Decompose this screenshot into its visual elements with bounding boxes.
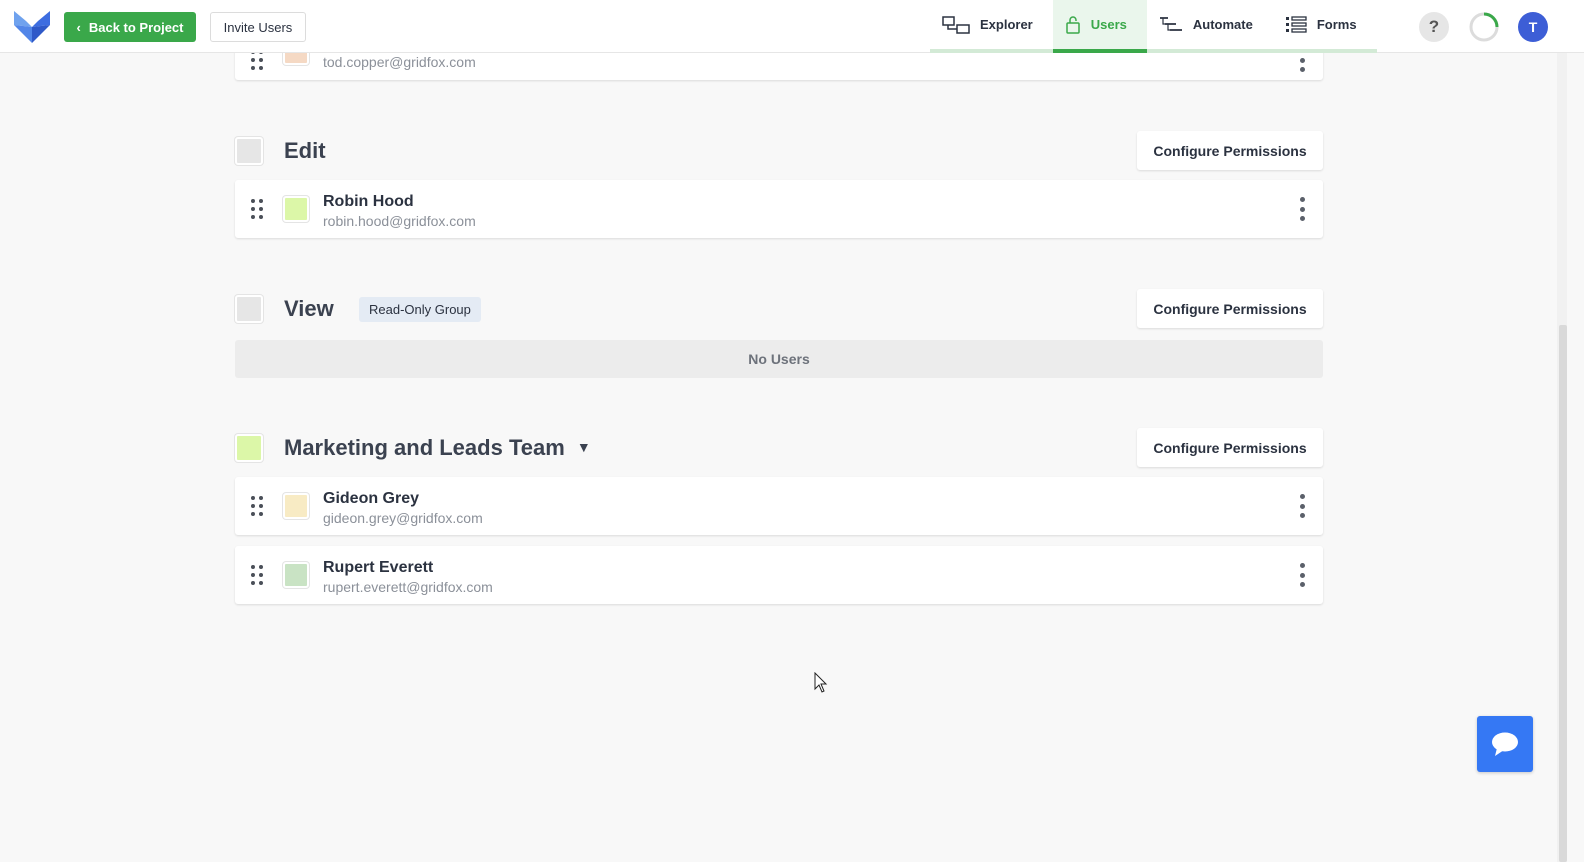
user-email: tod.copper@gridfox.com	[323, 54, 476, 70]
drag-handle-icon[interactable]	[251, 199, 263, 219]
group-title-label: Marketing and Leads Team	[284, 435, 565, 460]
lock-icon	[1066, 15, 1080, 34]
group-title: Edit	[284, 138, 326, 163]
explorer-icon	[942, 15, 970, 34]
drag-handle-icon[interactable]	[251, 565, 263, 585]
automate-icon	[1159, 16, 1182, 31]
top-navigation-bar: ‹ Back to Project Invite Users Explorer …	[0, 0, 1584, 53]
caret-down-icon[interactable]: ▼	[577, 439, 591, 455]
group-title[interactable]: Marketing and Leads Team ▼	[284, 435, 591, 461]
back-to-project-button[interactable]: ‹ Back to Project	[64, 12, 196, 42]
user-email: gideon.grey@gridfox.com	[323, 510, 483, 526]
gridfox-logo[interactable]	[14, 9, 50, 45]
user-avatar[interactable]: T	[1518, 12, 1548, 42]
tab-forms[interactable]: Forms	[1272, 0, 1377, 53]
user-email: rupert.everett@gridfox.com	[323, 579, 493, 595]
group-select-checkbox[interactable]	[235, 295, 263, 323]
more-options-icon[interactable]	[1295, 561, 1309, 589]
group-title: View	[284, 296, 334, 321]
user-row: Gideon Grey gideon.grey@gridfox.com	[235, 477, 1323, 535]
forms-icon	[1285, 15, 1307, 33]
user-color-swatch	[283, 493, 309, 519]
user-color-swatch	[283, 196, 309, 222]
drag-handle-icon[interactable]	[251, 50, 263, 70]
invite-users-button[interactable]: Invite Users	[210, 12, 306, 42]
no-users-placeholder: No Users	[235, 340, 1323, 378]
user-row: Robin Hood robin.hood@gridfox.com	[235, 180, 1323, 238]
loading-spinner-icon	[1469, 12, 1499, 42]
user-email: robin.hood@gridfox.com	[323, 213, 476, 229]
group-select-checkbox[interactable]	[235, 434, 263, 462]
back-to-project-label: Back to Project	[88, 19, 184, 35]
more-options-icon[interactable]	[1295, 195, 1309, 223]
configure-permissions-button[interactable]: Configure Permissions	[1137, 289, 1323, 328]
chevron-left-icon: ‹	[76, 19, 81, 35]
tab-forms-label: Forms	[1316, 17, 1357, 32]
mouse-pointer-icon	[814, 672, 828, 693]
user-row: Rupert Everett rupert.everett@gridfox.co…	[235, 546, 1323, 604]
tab-explorer-label: Explorer	[980, 17, 1033, 32]
chat-bubble-icon	[1492, 732, 1518, 756]
drag-handle-icon[interactable]	[251, 496, 263, 516]
more-options-icon[interactable]	[1295, 492, 1309, 520]
user-color-swatch	[283, 562, 309, 588]
tab-users[interactable]: Users	[1052, 0, 1147, 53]
tab-explorer[interactable]: Explorer	[930, 0, 1053, 53]
user-name: Gideon Grey	[323, 490, 420, 507]
tab-users-label: Users	[1090, 17, 1127, 32]
configure-permissions-button[interactable]: Configure Permissions	[1137, 131, 1323, 170]
scrollbar-thumb[interactable]	[1559, 325, 1567, 862]
tab-automate-label: Automate	[1192, 17, 1253, 32]
main-tabs: Explorer Users Automate Forms	[930, 0, 1377, 53]
group-select-checkbox[interactable]	[235, 137, 263, 165]
user-name: Rupert Everett	[323, 559, 434, 576]
chat-button[interactable]	[1477, 716, 1533, 772]
read-only-badge: Read-Only Group	[359, 297, 481, 322]
help-button[interactable]: ?	[1419, 12, 1449, 42]
configure-permissions-button[interactable]: Configure Permissions	[1137, 428, 1323, 467]
tab-automate[interactable]: Automate	[1146, 0, 1273, 53]
user-name: Robin Hood	[323, 193, 414, 210]
